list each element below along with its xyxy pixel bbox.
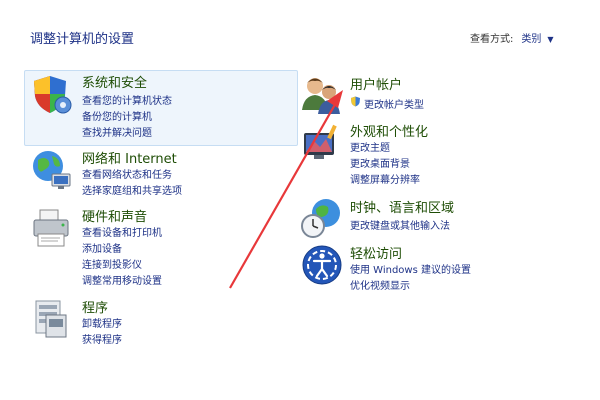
programs-icon — [35, 300, 67, 338]
globe-network-icon — [33, 151, 71, 189]
chevron-down-icon[interactable]: ▼ — [547, 35, 553, 44]
link-change-account-type[interactable]: 更改帐户类型 — [364, 96, 424, 111]
category-title[interactable]: 网络和 Internet — [82, 148, 177, 167]
link-add-device[interactable]: 添加设备 — [82, 240, 122, 255]
category-title[interactable]: 外观和个性化 — [350, 121, 428, 140]
link-view-computer-status[interactable]: 查看您的计算机状态 — [82, 92, 172, 107]
category-title[interactable]: 轻松访问 — [350, 243, 402, 262]
category-title[interactable]: 时钟、语言和区域 — [350, 197, 454, 216]
link-change-input-method[interactable]: 更改键盘或其他输入法 — [350, 217, 450, 232]
view-by-dropdown[interactable]: 类别 — [521, 34, 541, 45]
link-find-fix-problems[interactable]: 查找并解决问题 — [82, 124, 152, 139]
link-uninstall-program[interactable]: 卸载程序 — [82, 315, 122, 330]
link-connect-projector[interactable]: 连接到投影仪 — [82, 256, 142, 271]
clock-globe-icon — [301, 199, 340, 238]
printer-icon — [33, 209, 69, 247]
view-by-label: 查看方式: — [470, 34, 514, 45]
users-icon — [302, 78, 340, 114]
link-recommended-settings[interactable]: 使用 Windows 建议的设置 — [350, 261, 471, 276]
category-title[interactable]: 用户帐户 — [350, 74, 402, 93]
shield-icon — [34, 76, 72, 114]
link-change-background[interactable]: 更改桌面背景 — [350, 155, 410, 170]
ease-of-access-icon — [302, 245, 342, 285]
link-devices-printers[interactable]: 查看设备和打印机 — [82, 224, 162, 239]
link-mobility-settings[interactable]: 调整常用移动设置 — [82, 272, 162, 287]
link-homegroup-sharing[interactable]: 选择家庭组和共享选项 — [82, 182, 182, 197]
page-title: 调整计算机的设置 — [30, 32, 135, 47]
link-screen-resolution[interactable]: 调整屏幕分辨率 — [350, 171, 420, 186]
appearance-icon — [304, 124, 337, 159]
view-by: 查看方式: 类别 ▼ — [470, 30, 554, 45]
category-title[interactable]: 硬件和声音 — [82, 206, 147, 225]
link-view-network-status[interactable]: 查看网络状态和任务 — [82, 166, 172, 181]
link-change-theme[interactable]: 更改主题 — [350, 139, 390, 154]
link-backup-computer[interactable]: 备份您的计算机 — [82, 108, 152, 123]
link-optimize-display[interactable]: 优化视频显示 — [350, 277, 410, 292]
link-get-programs[interactable]: 获得程序 — [82, 331, 122, 346]
category-title[interactable]: 系统和安全 — [82, 72, 147, 91]
category-title[interactable]: 程序 — [82, 297, 108, 316]
admin-shield-icon — [351, 96, 360, 107]
